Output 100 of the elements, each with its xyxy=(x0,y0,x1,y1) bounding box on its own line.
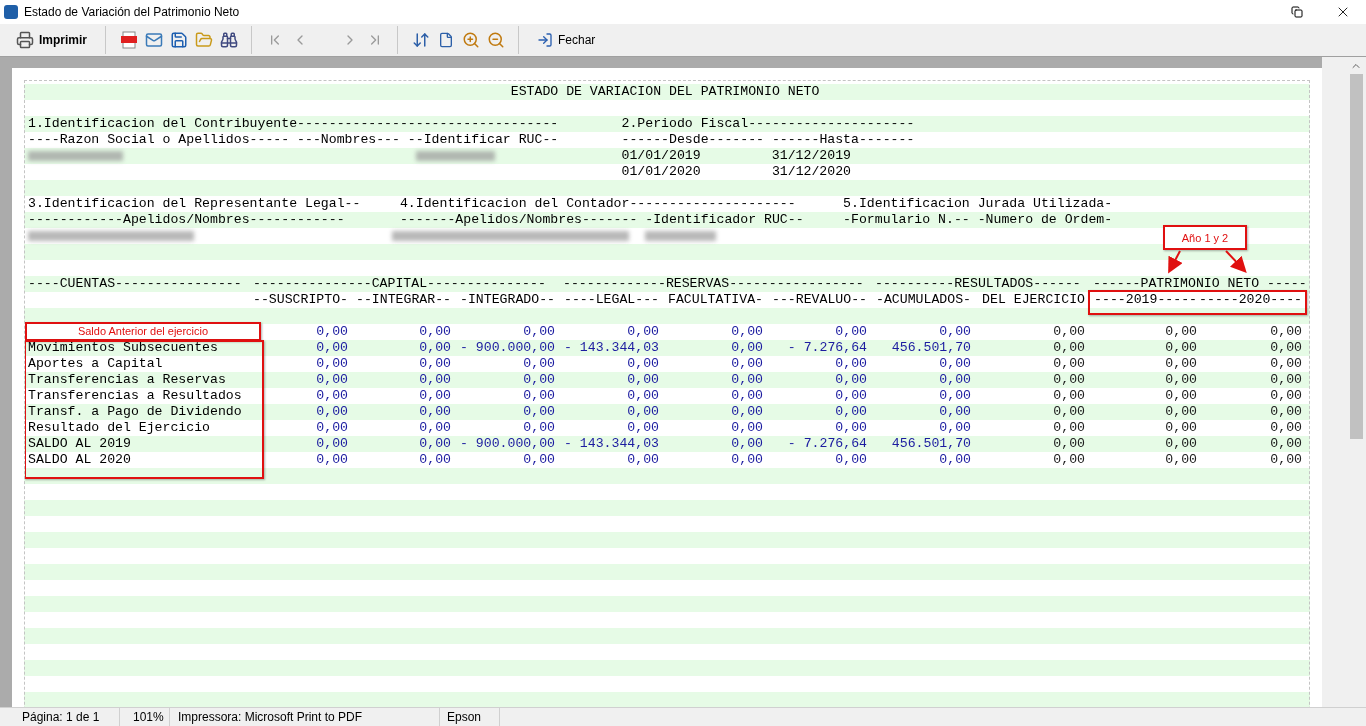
table-cell-text: 0,00 xyxy=(1269,404,1302,420)
table-cell-text: 0,00 xyxy=(522,452,555,468)
app-icon xyxy=(4,5,18,19)
table-cell-text: 0,00 xyxy=(418,324,451,341)
group-header: -------------RESERVAS----------------- xyxy=(562,276,865,292)
table-cell-text: 0,00 xyxy=(1052,452,1085,468)
table-cell-text: - 143.344,03 xyxy=(563,340,659,356)
table-cell-text: 0,00 xyxy=(1164,356,1197,372)
table-cell-text: 0,00 xyxy=(938,372,971,388)
status-text: 101% xyxy=(120,708,170,726)
table-cell-text: - 900.000,00 xyxy=(459,436,555,452)
table-cell-text: 0,00 xyxy=(315,404,348,420)
table-cell-text: 0,00 xyxy=(418,340,451,356)
table-cell-text: 0,00 xyxy=(522,324,555,341)
table-cell-text: 0,00 xyxy=(626,388,659,404)
column-labels: -Formulario N.-- -Numero de Ordem- xyxy=(843,212,1113,228)
table-cell-text: 0,00 xyxy=(418,436,451,452)
account-label: Resultado del Ejercicio xyxy=(28,420,212,436)
table-cell-text: 0,00 xyxy=(730,388,763,404)
table-cell-text: 0,00 xyxy=(938,388,971,404)
table-cell-text: 0,00 xyxy=(626,452,659,468)
table-cell-text: 0,00 xyxy=(1052,388,1085,404)
printer-icon xyxy=(16,31,34,49)
column-labels: ----Razon Social o Apellidos----- ---Nombres--- --Identificar RUC-- xyxy=(28,132,560,148)
table-cell-text: 0,00 xyxy=(315,372,348,388)
page-icon xyxy=(437,32,454,48)
table-cell-text: 0,00 xyxy=(1269,340,1302,356)
table-cell-text: 0,00 xyxy=(1052,404,1085,420)
table-cell-text: 0,00 xyxy=(1052,372,1085,388)
pdf-icon xyxy=(119,31,138,49)
section-heading: 2.Periodo Fiscal--------------------- xyxy=(621,116,915,132)
table-cell-text: 0,00 xyxy=(730,324,763,341)
table-cell-text: 0,00 xyxy=(315,340,348,356)
table-cell-text: - 7.276,64 xyxy=(786,340,867,356)
vertical-arrows-icon xyxy=(411,31,430,49)
table-cell-text: 0,00 xyxy=(1164,452,1197,468)
table-cell-text: 0,00 xyxy=(315,436,348,452)
column-header: -ACUMULADOS- xyxy=(875,292,971,308)
account-label: Movimientos Subsecuentes xyxy=(28,340,219,356)
column-labels: -------Apelidos/Nombres------- -Identificador RUC-- xyxy=(399,212,805,228)
table-cell-text: 0,00 xyxy=(418,404,451,420)
table-cell-text: 0,00 xyxy=(1269,372,1302,388)
table-cell-text: 456.501,70 xyxy=(890,340,971,356)
section-heading: 4.Identificacion del Contador--------------------- xyxy=(399,196,797,212)
table-cell-text: 0,00 xyxy=(938,356,971,372)
column-header: -INTEGRADO-- xyxy=(459,292,555,308)
zoom-out-icon xyxy=(486,31,505,49)
account-label: Transf. a Pago de Dividendo xyxy=(28,404,243,420)
close-report-button[interactable]: Fechar xyxy=(529,27,604,53)
table-cell-text: 0,00 xyxy=(834,388,867,404)
folder-icon xyxy=(194,31,213,49)
table-cell-text: 0,00 xyxy=(834,420,867,436)
exit-door-icon xyxy=(537,32,553,48)
column-header: FACULTATIVA- xyxy=(667,292,763,308)
table-cell-text: 0,00 xyxy=(834,452,867,468)
table-cell-text: 0,00 xyxy=(522,420,555,436)
table-cell-text: 0,00 xyxy=(315,356,348,372)
date-text: 31/12/2020 xyxy=(771,164,852,180)
table-cell-text: 0,00 xyxy=(418,388,451,404)
status-text: Impressora: Microsoft Print to PDF xyxy=(170,708,440,726)
table-cell-text: 0,00 xyxy=(315,452,348,468)
column-header: --INTEGRAR-- xyxy=(355,292,451,308)
table-cell-text: 0,00 xyxy=(522,404,555,420)
table-cell-text: 0,00 xyxy=(315,324,348,341)
table-cell-text: 0,00 xyxy=(1164,388,1197,404)
table-cell-text: 0,00 xyxy=(626,404,659,420)
section-heading: 3.Identificacion del Representante Legal-- xyxy=(28,196,362,212)
table-cell-text: 0,00 xyxy=(626,324,659,341)
section-heading: 1.Identificacion del Contribuyente--------------------------------- xyxy=(28,116,560,132)
account-label: Aportes a Capital xyxy=(28,356,164,372)
callout-label: Año 1 y 2 xyxy=(1163,225,1247,250)
status-text: Página: 1 de 1 xyxy=(0,708,120,726)
table-cell-text: 0,00 xyxy=(1164,324,1197,341)
table-cell-text: 0,00 xyxy=(418,452,451,468)
binoculars-icon xyxy=(219,31,238,49)
print-button[interactable]: Imprimir xyxy=(8,27,95,53)
arrow xyxy=(1225,250,1247,273)
table-cell-text: 0,00 xyxy=(418,356,451,372)
column-header: --SUSCRIPTO- xyxy=(252,292,348,308)
table-cell-text: - 900.000,00 xyxy=(459,340,555,356)
table-cell-text: 0,00 xyxy=(834,324,867,341)
column-header: ---REVALUO-- xyxy=(771,292,867,308)
zoom-in-icon xyxy=(461,31,480,49)
table-cell-text: 0,00 xyxy=(730,372,763,388)
table-cell-text: 0,00 xyxy=(938,324,971,341)
table-cell-text: 0,00 xyxy=(1164,436,1197,452)
table-cell-text: 0,00 xyxy=(1164,340,1197,356)
table-cell-text: 0,00 xyxy=(730,356,763,372)
table-cell-text: - 143.344,03 xyxy=(563,436,659,452)
group-header: ---------------CAPITAL--------------- xyxy=(252,276,547,292)
table-cell-text: 0,00 xyxy=(1052,356,1085,372)
table-cell-text: 0,00 xyxy=(834,356,867,372)
table-cell-text: 0,00 xyxy=(1269,436,1302,452)
table-cell-text: 0,00 xyxy=(315,388,348,404)
table-cell-text: 0,00 xyxy=(626,356,659,372)
table-cell-text: 0,00 xyxy=(1164,372,1197,388)
table-cell-text: 0,00 xyxy=(418,372,451,388)
account-label: SALDO AL 2019 xyxy=(28,436,132,452)
scrollbar-thumb[interactable] xyxy=(1349,74,1363,439)
status-text: Epson xyxy=(440,708,500,726)
